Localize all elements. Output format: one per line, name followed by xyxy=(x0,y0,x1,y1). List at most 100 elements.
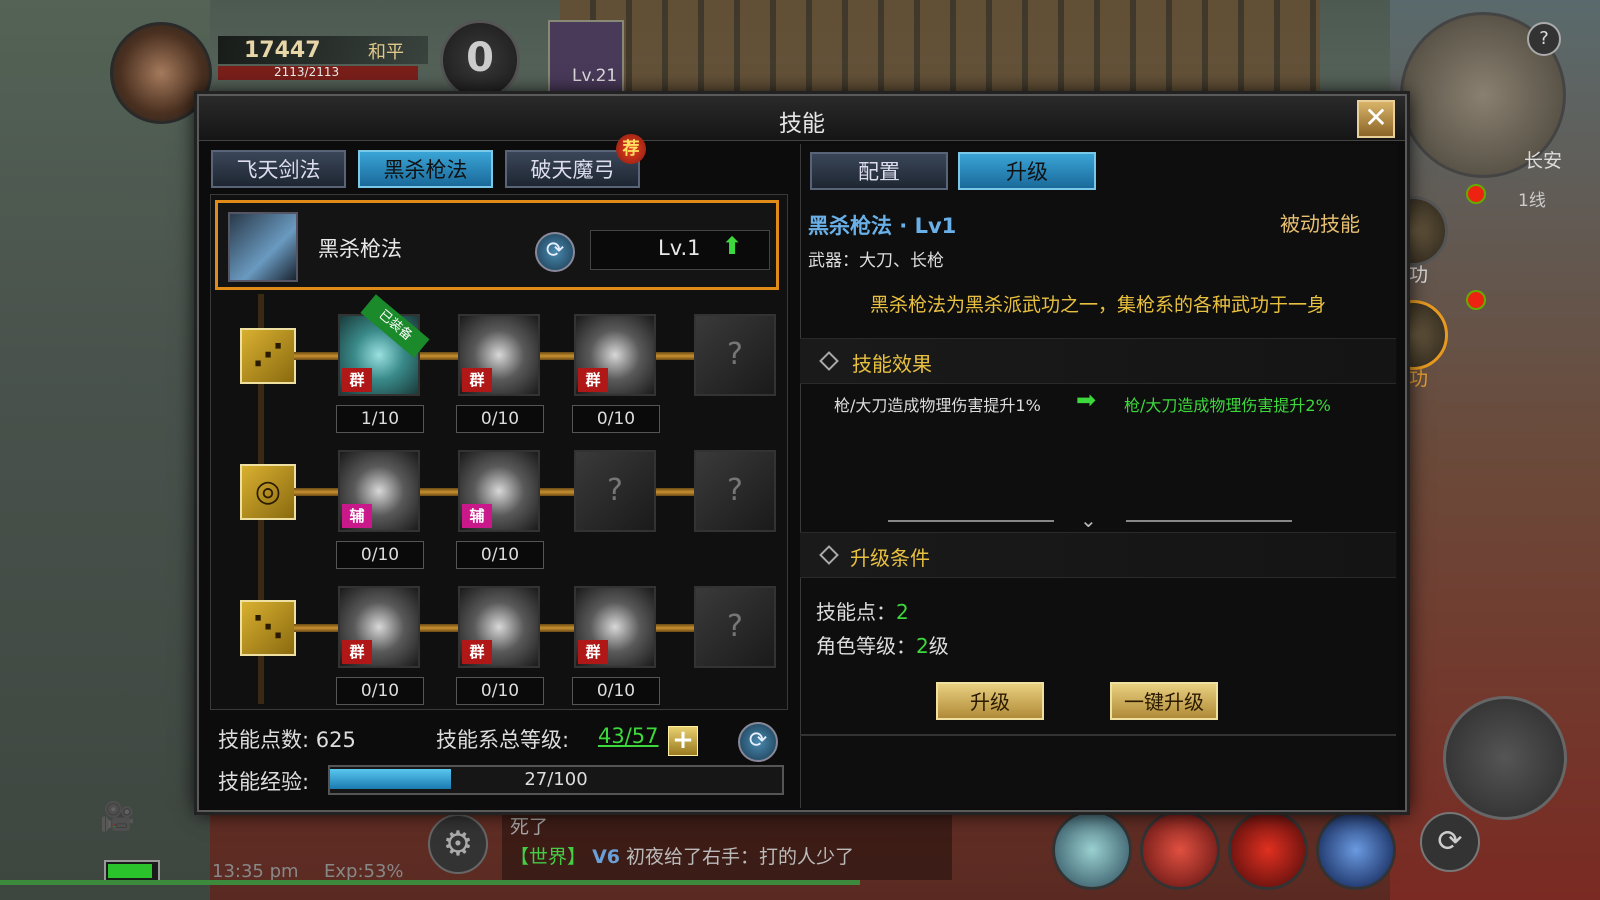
detail-panel xyxy=(800,144,1397,808)
background-roof xyxy=(560,0,1320,95)
notification-dot xyxy=(1466,290,1486,310)
vip-badge: V6 xyxy=(592,846,620,868)
clock: 13:35 pm xyxy=(212,861,299,882)
skill-description: 黑杀枪法为黑杀派武功之一，集枪系的各种武功于一身 xyxy=(869,294,1326,316)
cond-level-label: 角色等级： xyxy=(816,634,916,658)
chat-channel: 【世界】 xyxy=(510,846,587,868)
tab-config[interactable]: 配置 xyxy=(810,152,948,190)
help-icon[interactable]: ? xyxy=(1527,22,1561,56)
skill-count: 0/10 xyxy=(456,405,544,433)
spear-skill-icon xyxy=(228,212,298,282)
lock-icon: ? xyxy=(727,337,743,372)
tab-feitian-sword[interactable]: 飞天剑法 xyxy=(211,150,346,188)
spear-fan-icon: ⋰ xyxy=(240,328,296,384)
total-level-value[interactable]: 43/57 xyxy=(598,724,659,748)
map-server-line[interactable]: 1线 xyxy=(1518,186,1546,211)
map-city-name: 长安 xyxy=(1524,150,1563,172)
close-button[interactable]: ✕ xyxy=(1357,100,1395,138)
skill-slot-button[interactable] xyxy=(1316,810,1396,890)
selected-skill-name: 黑杀枪法 xyxy=(318,237,402,261)
group-tag: 群 xyxy=(342,368,372,392)
skill-node[interactable]: 群 xyxy=(458,314,540,396)
locked-skill-node[interactable]: ? xyxy=(574,450,656,532)
battery-icon xyxy=(104,860,160,882)
chat-message: 【世界】 V6 初夜给了右手：打的人少了 xyxy=(510,842,854,869)
group-tag: 群 xyxy=(578,368,608,392)
skill-points-label: 技能点数: xyxy=(218,728,310,752)
tab-heisha-spear[interactable]: 黑杀枪法 xyxy=(358,150,493,188)
upgrade-button[interactable]: 升级 xyxy=(936,682,1044,720)
hp-text: 2113/2113 xyxy=(274,65,340,79)
lock-icon: ? xyxy=(727,473,743,508)
skill-node[interactable]: 辅 xyxy=(338,450,420,532)
reset-points-icon[interactable]: ⟳ xyxy=(738,722,778,762)
divider xyxy=(800,734,1396,736)
condition-header: 升级条件 xyxy=(850,546,930,570)
camera-icon[interactable]: 🎥 xyxy=(100,800,135,833)
skill-count: 0/10 xyxy=(456,541,544,569)
cond-points-value: 2 xyxy=(896,600,909,624)
group-tag: 群 xyxy=(462,368,492,392)
chat-text: 初夜给了右手：打的人少了 xyxy=(626,846,855,868)
effect-header: 技能效果 xyxy=(852,352,932,376)
skill-exp-label: 技能经验: xyxy=(218,770,310,794)
lock-icon: ? xyxy=(727,609,743,644)
group-tag: 群 xyxy=(342,640,372,664)
lock-icon: ? xyxy=(607,473,623,508)
divider xyxy=(1126,520,1292,522)
exp-percent: Exp:53% xyxy=(324,861,404,882)
total-level-label: 技能系总等级: xyxy=(436,728,570,752)
upgrade-all-button[interactable]: 一键升级 xyxy=(1110,682,1218,720)
tab-upgrade[interactable]: 升级 xyxy=(958,152,1096,190)
divider xyxy=(888,520,1054,522)
settings-gear-icon[interactable]: ⚙ xyxy=(428,814,488,874)
skill-points: 技能点数: 625 xyxy=(218,724,356,754)
pk-value: 0 xyxy=(466,35,494,81)
reset-icon[interactable]: ⟳ xyxy=(535,232,575,272)
cond-level-unit: 级 xyxy=(928,634,949,658)
attack-button[interactable] xyxy=(1443,696,1567,820)
exp-bar xyxy=(0,880,860,885)
locked-skill-node[interactable]: ? xyxy=(694,314,776,396)
skill-count: 0/10 xyxy=(336,677,424,705)
effect-current: 枪/大刀造成物理伤害提升1% xyxy=(834,396,1041,415)
slash-icon: ⋱ xyxy=(240,600,296,656)
dialog-title: 技能 xyxy=(779,111,825,137)
skill-count: 0/10 xyxy=(456,677,544,705)
effect-next: 枪/大刀造成物理伤害提升2% xyxy=(1124,396,1331,415)
group-tag: 群 xyxy=(462,640,492,664)
power-value: 17447 xyxy=(244,38,321,63)
skill-slot-button[interactable] xyxy=(1140,810,1220,890)
skill-count: 0/10 xyxy=(572,677,660,705)
locked-skill-node[interactable]: ? xyxy=(694,450,776,532)
support-tag: 辅 xyxy=(462,504,492,528)
level-up-arrow-icon[interactable]: ⬆ xyxy=(722,232,742,260)
skill-slot-button[interactable] xyxy=(1052,810,1132,890)
skill-slot-button[interactable] xyxy=(1228,810,1308,890)
background-left xyxy=(0,0,210,900)
chevron-down-icon: ⌄ xyxy=(1080,508,1097,532)
notification-dot xyxy=(1466,184,1486,204)
skill-node[interactable]: 群 xyxy=(338,586,420,668)
support-tag: 辅 xyxy=(342,504,372,528)
swirl-icon: ◎ xyxy=(240,464,296,520)
skill-exp-bar: 27/100 xyxy=(328,765,784,795)
skill-exp-text: 27/100 xyxy=(524,769,588,790)
skill-node[interactable]: 群 xyxy=(574,314,656,396)
cond-points-label: 技能点： xyxy=(816,600,896,624)
switch-icon[interactable]: ⟳ xyxy=(1420,812,1480,872)
detail-title: 黑杀枪法 · Lv1 xyxy=(808,214,957,238)
skill-node[interactable]: 辅 xyxy=(458,450,540,532)
skill-node[interactable]: 群 xyxy=(574,586,656,668)
recommend-badge: 荐 xyxy=(616,134,646,164)
pk-mode-button[interactable]: 和平 xyxy=(368,38,404,64)
skill-points-value: 625 xyxy=(315,728,356,752)
arrow-right-icon: ➡ xyxy=(1076,386,1097,414)
skill-node[interactable]: 群 xyxy=(458,586,540,668)
locked-skill-node[interactable]: ? xyxy=(694,586,776,668)
pet-level: Lv.21 xyxy=(572,66,618,86)
group-tag: 群 xyxy=(578,640,608,664)
add-points-button[interactable]: + xyxy=(668,726,698,756)
skill-type: 被动技能 xyxy=(1280,212,1360,236)
chat-message: 死了 xyxy=(510,816,549,838)
